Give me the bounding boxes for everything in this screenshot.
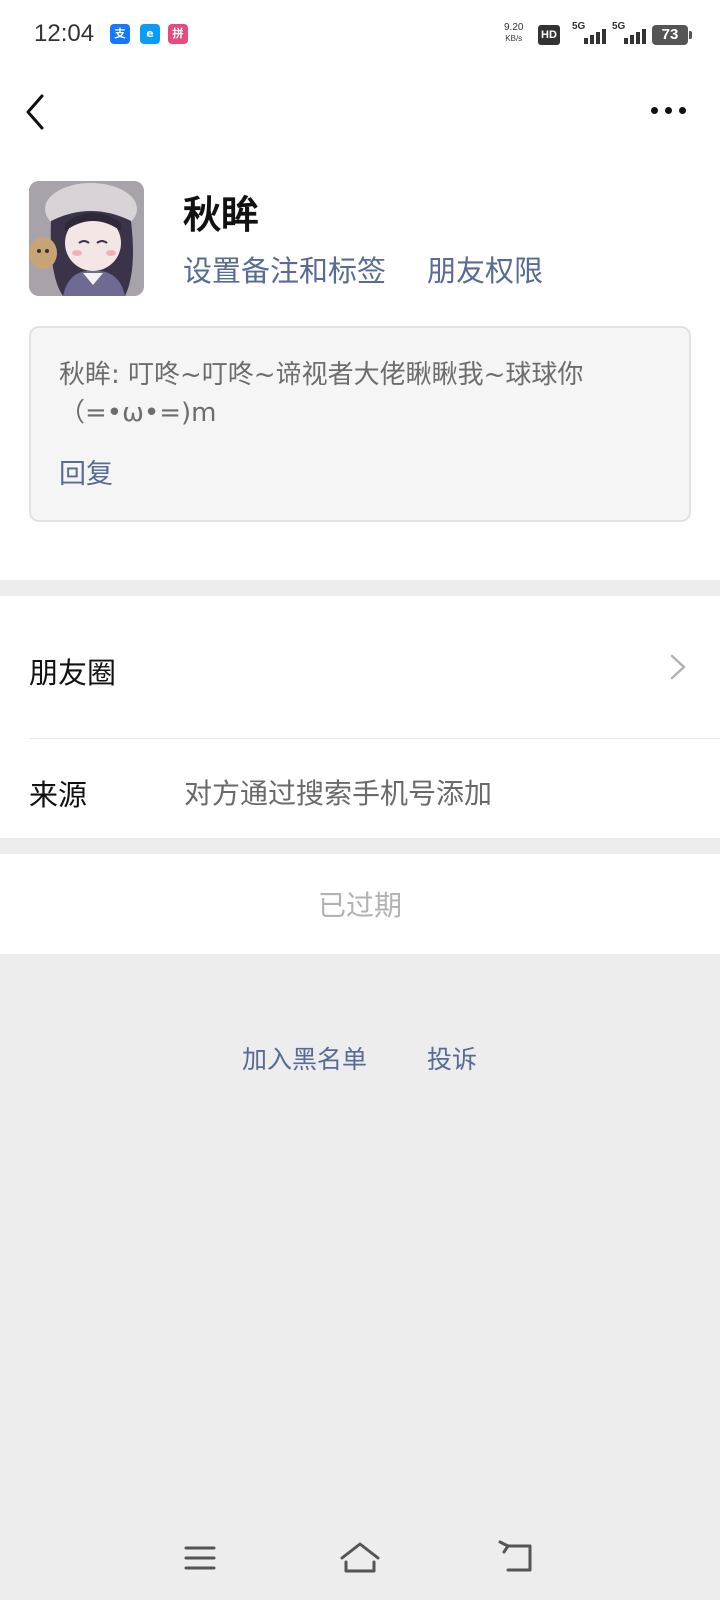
moments-row[interactable]: 朋友圈: [0, 596, 720, 738]
status-time: 12:04: [34, 20, 95, 47]
hd-badge: HD: [538, 25, 560, 45]
expired-label: 已过期: [317, 889, 402, 922]
footer-links: 加入黑名单 投诉: [0, 1040, 720, 1080]
more-button[interactable]: [644, 98, 692, 122]
back-nav-icon: [498, 1540, 532, 1572]
set-remark-tag-link[interactable]: 设置备注和标签: [183, 248, 386, 290]
home-icon: [340, 1542, 380, 1573]
back-button[interactable]: [20, 90, 64, 134]
reply-link[interactable]: 回复: [59, 452, 113, 491]
back-nav-button[interactable]: [496, 1538, 544, 1578]
profile-header: 秋眸 设置备注和标签 朋友权限 秋眸: 叮咚~叮咚~谛视者大佬瞅瞅我~球球你 （…: [0, 66, 720, 580]
source-value: 对方通过搜索手机号添加: [184, 777, 493, 810]
info-list: 朋友圈 来源 对方通过搜索手机号添加: [0, 596, 720, 838]
add-to-blacklist-link[interactable]: 加入黑名单: [242, 1040, 367, 1076]
signal-1-icon: 5G: [572, 21, 608, 44]
greeting-box: 秋眸: 叮咚~叮咚~谛视者大佬瞅瞅我~球球你 （=•ω•=)m 回复: [29, 326, 691, 522]
report-link[interactable]: 投诉: [427, 1040, 477, 1076]
avatar[interactable]: [29, 181, 144, 296]
source-row: 来源 对方通过搜索手机号添加: [0, 738, 720, 838]
greeting-text: 秋眸: 叮咚~叮咚~谛视者大佬瞅瞅我~球球你 （=•ω•=)m: [59, 360, 584, 428]
eleme-icon: e: [140, 24, 160, 44]
battery-icon: 73: [652, 25, 692, 45]
status-bar: 12:04 支 e 拼 9.20 KB/s HD 5G 5G 73: [0, 0, 720, 66]
signal-2-label: 5G: [612, 21, 626, 32]
network-speed: 9.20 KB/s: [504, 22, 523, 44]
pinduoduo-icon: 拼: [168, 24, 188, 44]
alipay-icon: 支: [110, 24, 130, 44]
moments-label: 朋友圈: [29, 656, 117, 690]
signal-2-icon: 5G: [612, 21, 648, 44]
contact-name: 秋眸: [183, 193, 260, 237]
network-speed-value: 9.20: [504, 22, 524, 33]
friend-permission-link[interactable]: 朋友权限: [427, 248, 543, 290]
chevron-left-icon: [26, 94, 44, 130]
menu-icon: [184, 1546, 216, 1570]
chevron-right-icon: [670, 654, 686, 680]
network-speed-unit: KB/s: [505, 34, 523, 43]
expired-section: 已过期: [0, 854, 720, 954]
menu-button[interactable]: [176, 1538, 224, 1578]
avatar-image: [29, 181, 144, 296]
home-button[interactable]: [336, 1538, 384, 1578]
source-label: 来源: [29, 778, 88, 812]
signal-1-label: 5G: [572, 21, 586, 32]
system-nav-bar: [0, 1520, 720, 1600]
more-dots-icon: [650, 106, 658, 114]
